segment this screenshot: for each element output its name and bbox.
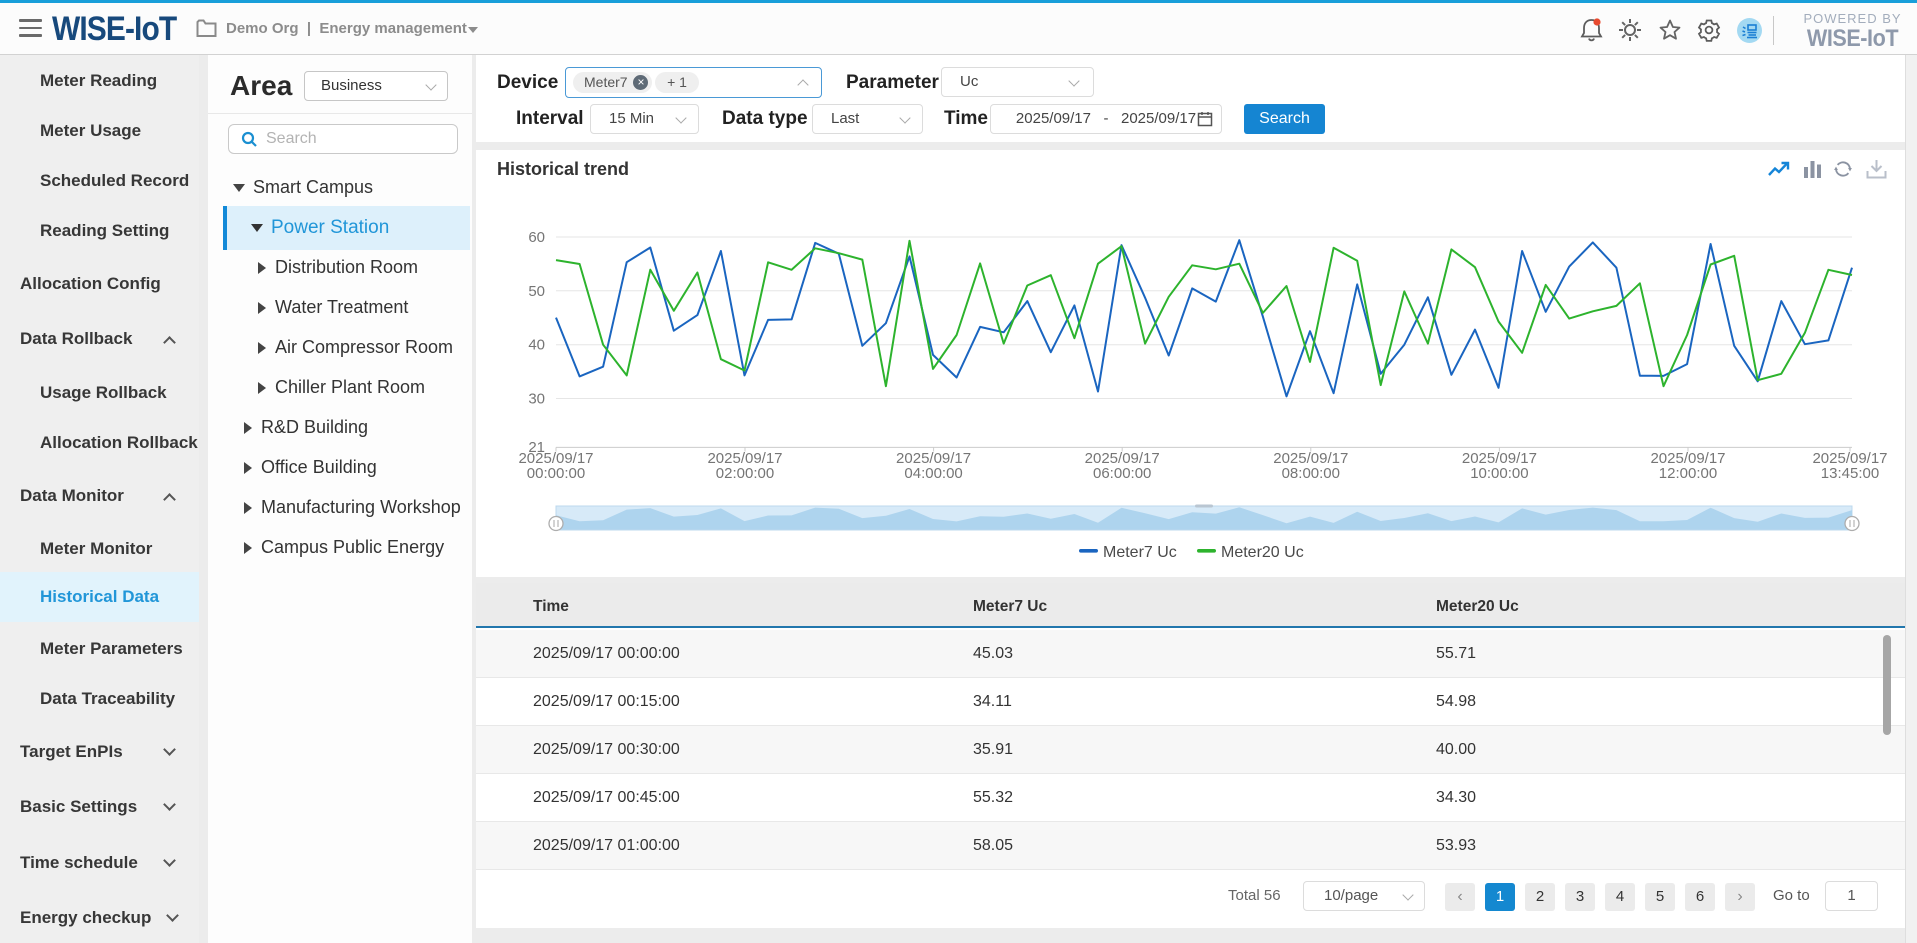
svg-text:08:00:00: 08:00:00	[1282, 465, 1340, 482]
svg-text:12:00:00: 12:00:00	[1659, 465, 1717, 482]
svg-text:Meter7 Uc: Meter7 Uc	[1103, 544, 1177, 561]
svg-text:13:45:00: 13:45:00	[1821, 465, 1879, 482]
svg-text:Meter20 Uc: Meter20 Uc	[1221, 544, 1304, 561]
svg-text:06:00:00: 06:00:00	[1093, 465, 1151, 482]
svg-text:04:00:00: 04:00:00	[904, 465, 962, 482]
svg-text:30: 30	[528, 391, 545, 408]
svg-text:02:00:00: 02:00:00	[716, 465, 774, 482]
svg-text:60: 60	[528, 229, 545, 246]
svg-text:40: 40	[528, 337, 545, 354]
svg-text:10:00:00: 10:00:00	[1470, 465, 1528, 482]
svg-text:50: 50	[528, 283, 545, 300]
svg-text:00:00:00: 00:00:00	[527, 465, 585, 482]
